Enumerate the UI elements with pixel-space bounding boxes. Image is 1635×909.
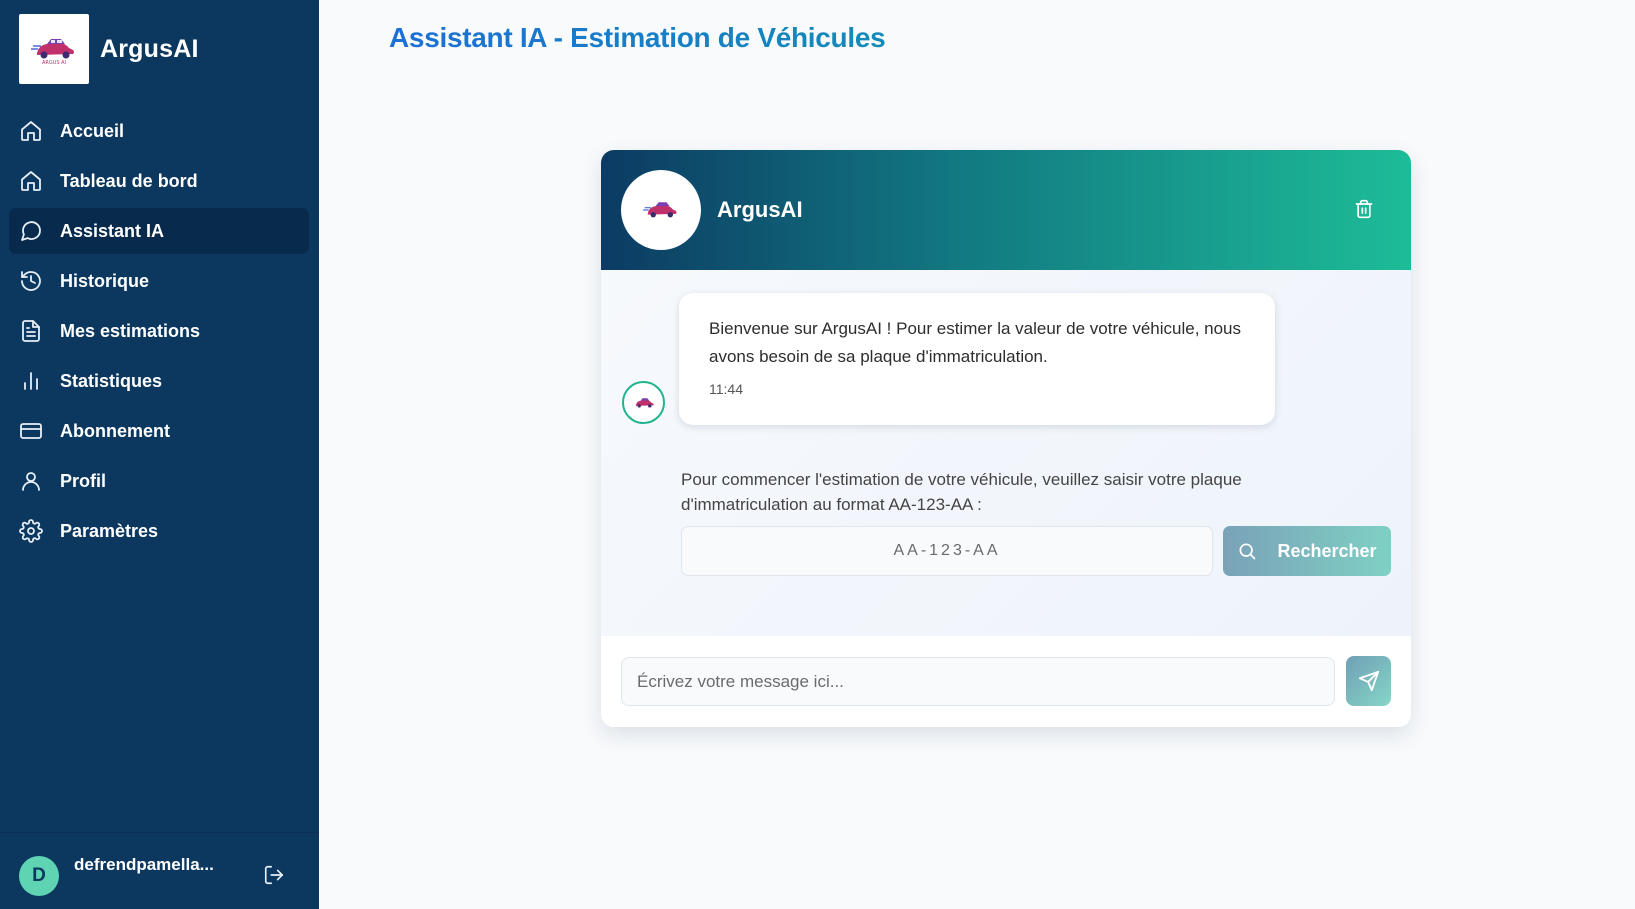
sidebar-item-mes-estimations[interactable]: Mes estimations bbox=[9, 308, 309, 354]
sidebar-item-statistiques[interactable]: Statistiques bbox=[9, 358, 309, 404]
send-button[interactable] bbox=[1346, 656, 1391, 706]
chat-messages: Bienvenue sur ArgusAI ! Pour estimer la … bbox=[601, 270, 1411, 636]
svg-text:ARGUS AI: ARGUS AI bbox=[42, 60, 66, 66]
chat-panel: ArgusAI Bienvenue sur ArgusAI ! Pour est… bbox=[601, 150, 1411, 727]
trash-icon[interactable] bbox=[1354, 198, 1376, 222]
bot-message-bubble: Bienvenue sur ArgusAI ! Pour estimer la … bbox=[679, 293, 1275, 425]
history-icon bbox=[19, 269, 43, 293]
logout-icon[interactable] bbox=[263, 864, 285, 886]
sidebar-item-label: Paramètres bbox=[60, 520, 159, 541]
sidebar-item-accueil[interactable]: Accueil bbox=[9, 108, 309, 154]
argusai-logo: ARGUS AI bbox=[19, 14, 89, 84]
sidebar-item-abonnement[interactable]: Abonnement bbox=[9, 408, 309, 454]
search-button-label: Rechercher bbox=[1277, 540, 1377, 561]
sidebar-item-label: Accueil bbox=[60, 120, 125, 141]
plate-input[interactable] bbox=[681, 526, 1213, 576]
sidebar-item-profil[interactable]: Profil bbox=[9, 458, 309, 504]
search-icon bbox=[1237, 541, 1257, 561]
user-bar: D defrendpamella... bbox=[0, 832, 319, 909]
user-icon bbox=[19, 469, 43, 493]
chat-header-avatar bbox=[621, 170, 701, 250]
chat-bubble-icon bbox=[19, 219, 43, 243]
gear-icon bbox=[19, 519, 43, 543]
sidebar-item-label: Abonnement bbox=[60, 420, 170, 441]
document-icon bbox=[19, 319, 43, 343]
sidebar-item-label: Assistant IA bbox=[60, 220, 165, 241]
home-icon bbox=[19, 169, 43, 193]
page-title: Assistant IA - Estimation de Véhicules bbox=[389, 22, 886, 53]
brand[interactable]: ARGUS AI ArgusAI bbox=[19, 14, 199, 84]
sidebar-item-label: Mes estimations bbox=[60, 320, 201, 341]
sidebar-item-historique[interactable]: Historique bbox=[9, 258, 309, 304]
plate-prompt: Pour commencer l'estimation de votre véh… bbox=[681, 470, 1242, 514]
sidebar-item-parametres[interactable]: Paramètres bbox=[9, 508, 309, 554]
message-timestamp: 11:44 bbox=[709, 381, 743, 397]
sidebar-nav: Accueil Tableau de bord Assistant IA His… bbox=[9, 108, 309, 558]
credit-card-icon bbox=[19, 419, 43, 443]
sidebar-item-label: Statistiques bbox=[60, 370, 163, 391]
message-text: Bienvenue sur ArgusAI ! Pour estimer la … bbox=[709, 319, 1242, 366]
avatar[interactable]: D bbox=[19, 856, 59, 896]
sidebar-item-label: Profil bbox=[60, 470, 107, 491]
sidebar-item-label: Historique bbox=[60, 270, 150, 291]
bar-chart-icon bbox=[19, 369, 43, 393]
home-icon bbox=[19, 119, 43, 143]
sidebar-item-tableau-de-bord[interactable]: Tableau de bord bbox=[9, 158, 309, 204]
chat-composer bbox=[601, 636, 1411, 727]
sidebar-item-assistant-ia[interactable]: Assistant IA bbox=[9, 208, 309, 254]
sidebar: ARGUS AI ArgusAI Accueil Tableau de bord… bbox=[0, 0, 319, 909]
chat-header-title: ArgusAI bbox=[717, 197, 803, 222]
brand-name: ArgusAI bbox=[100, 34, 199, 63]
bot-avatar bbox=[622, 381, 665, 424]
chat-header: ArgusAI bbox=[601, 150, 1411, 270]
send-icon bbox=[1358, 670, 1379, 692]
message-input[interactable] bbox=[621, 657, 1335, 706]
user-name: defrendpamella... bbox=[74, 855, 214, 874]
search-button[interactable]: Rechercher bbox=[1223, 526, 1391, 576]
sidebar-item-label: Tableau de bord bbox=[60, 170, 198, 191]
